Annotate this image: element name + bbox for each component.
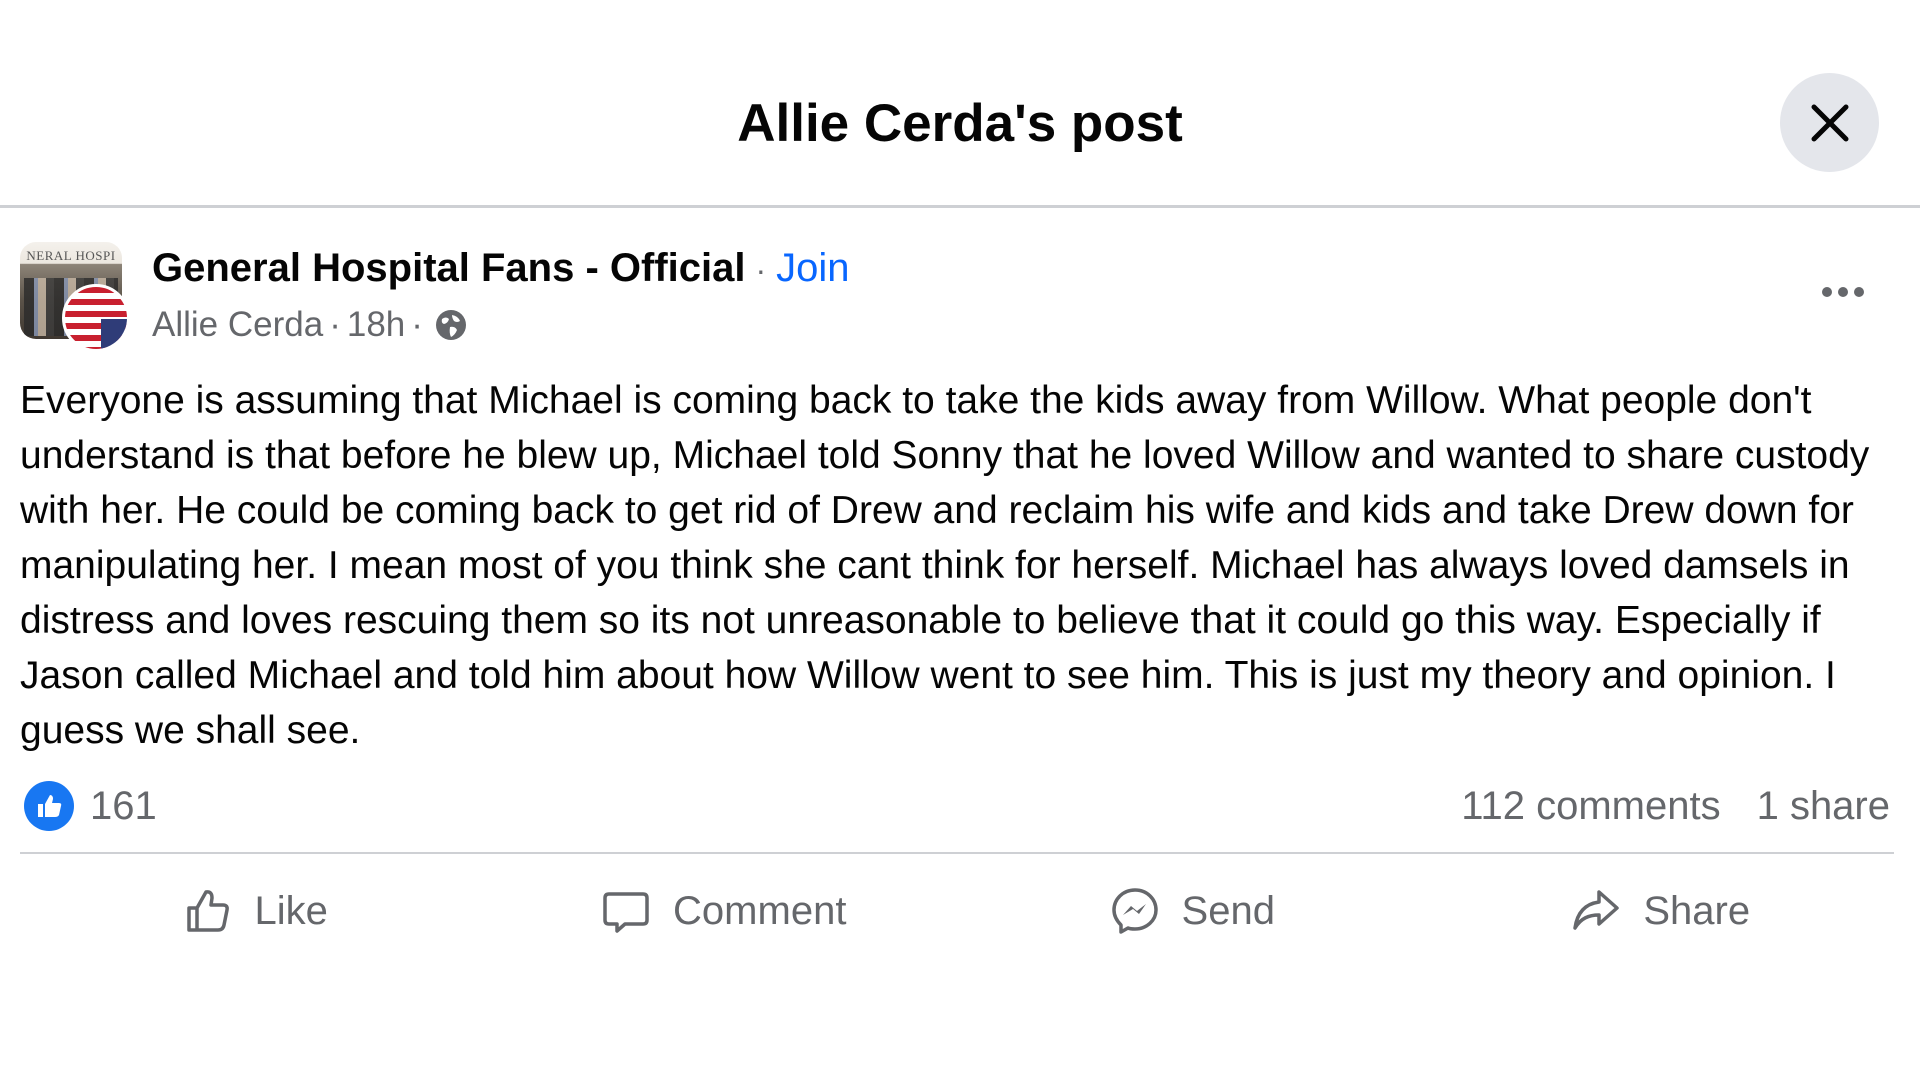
share-arrow-icon [1573, 890, 1620, 930]
post-time-link[interactable]: 18h [347, 305, 405, 345]
globe-icon [433, 307, 469, 343]
like-label: Like [254, 888, 328, 933]
comment-label: Comment [673, 888, 847, 933]
dialog-title: Allie Cerda's post [737, 94, 1183, 153]
more-options-icon-dot [1838, 287, 1848, 297]
like-button[interactable]: Like [20, 872, 489, 950]
messenger-icon [1111, 888, 1158, 934]
more-options-icon-dot [1854, 287, 1864, 297]
like-reaction-icon [24, 781, 74, 831]
join-separator: · [755, 252, 767, 288]
share-label: Share [1643, 888, 1751, 933]
header-divider [0, 205, 1920, 208]
join-link[interactable]: Join [776, 242, 849, 294]
close-icon [1811, 104, 1848, 141]
post-meta: Allie Cerda · 18h · [152, 300, 469, 350]
engagement-counts: 112 comments 1 share [1461, 780, 1890, 832]
more-options-button[interactable] [1815, 268, 1871, 316]
comment-icon [603, 892, 649, 933]
reactions-summary[interactable]: 161 [24, 780, 157, 832]
more-options-icon [1822, 287, 1832, 297]
author-name-link[interactable]: Allie Cerda [152, 305, 323, 345]
group-line: General Hospital Fans - Official · Join [152, 242, 850, 294]
meta-separator: · [329, 305, 341, 344]
post-actions: Like Comment Send Share [20, 872, 1894, 950]
send-label: Send [1181, 888, 1275, 933]
avatar-banner-text: NERAL HOSPI [26, 248, 116, 263]
send-button[interactable]: Send [957, 872, 1426, 950]
meta-separator: · [411, 305, 423, 344]
group-name-link[interactable]: General Hospital Fans - Official [152, 242, 745, 294]
post-body-text: Everyone is assuming that Michael is com… [20, 379, 1870, 752]
actions-divider [20, 852, 1894, 854]
comment-button[interactable]: Comment [489, 872, 958, 950]
reaction-count: 161 [90, 783, 157, 828]
profile-flag-avatar[interactable] [62, 284, 130, 352]
comments-count-link[interactable]: 112 comments [1461, 784, 1720, 829]
thumbs-up-icon [186, 890, 229, 932]
share-button[interactable]: Share [1426, 872, 1895, 950]
dialog-header: Allie Cerda's post [0, 0, 1920, 206]
close-button[interactable] [1780, 73, 1879, 172]
flag-canton [101, 319, 127, 349]
shares-count-link[interactable]: 1 share [1757, 784, 1890, 829]
